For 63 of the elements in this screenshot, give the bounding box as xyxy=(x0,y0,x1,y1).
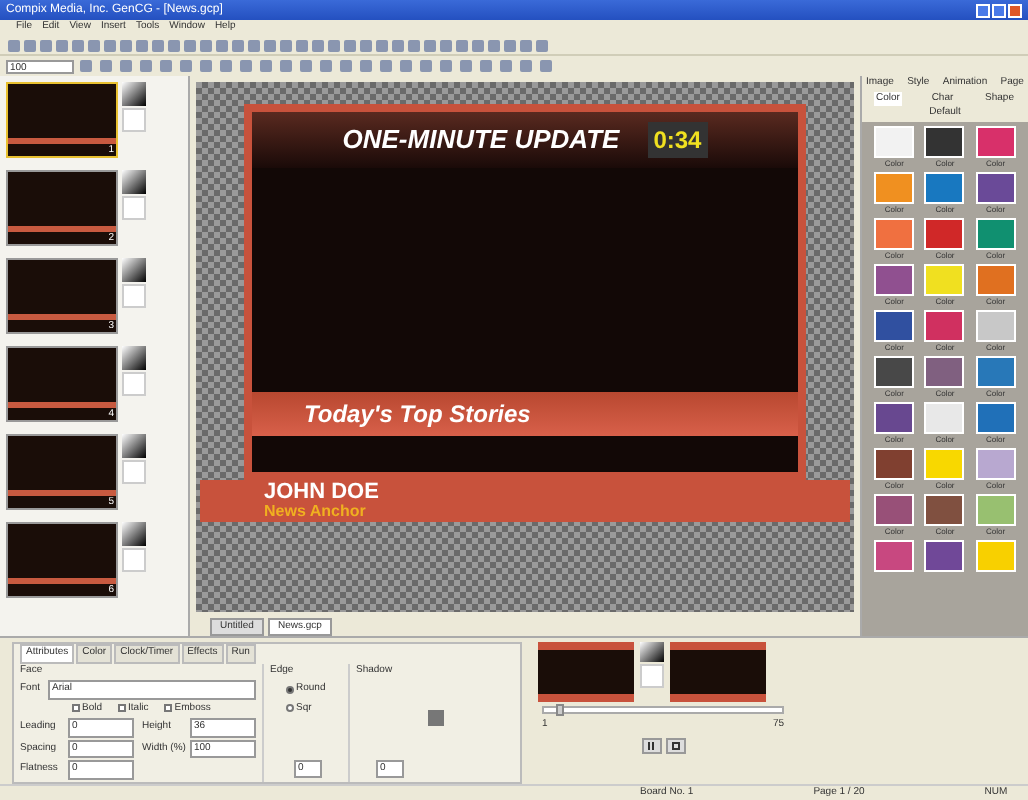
color-swatch[interactable] xyxy=(924,171,965,203)
color-swatch[interactable] xyxy=(874,401,915,433)
color-swatch[interactable] xyxy=(975,217,1016,249)
color-swatch[interactable] xyxy=(924,493,965,525)
color-swatch[interactable] xyxy=(975,309,1016,341)
playback-slider[interactable] xyxy=(542,706,784,714)
color-swatch[interactable] xyxy=(874,263,915,295)
color-swatch[interactable] xyxy=(924,401,965,433)
color-swatch[interactable] xyxy=(874,447,915,479)
gradient-swatch-icon xyxy=(122,522,146,546)
empty-slot-icon xyxy=(640,664,664,688)
color-swatch[interactable] xyxy=(874,217,915,249)
close-button[interactable] xyxy=(1008,3,1022,17)
color-swatch[interactable] xyxy=(975,355,1016,387)
color-swatch[interactable] xyxy=(924,539,965,571)
empty-slot-icon xyxy=(122,460,146,484)
empty-slot-icon xyxy=(122,196,146,220)
gradient-swatch-icon xyxy=(122,434,146,458)
color-swatch[interactable] xyxy=(874,539,915,571)
color-swatch[interactable] xyxy=(924,263,965,295)
role-text: News Anchor xyxy=(264,503,368,520)
color-swatch[interactable] xyxy=(975,171,1016,203)
timer-text: 0:34 xyxy=(647,122,708,158)
minimize-button[interactable] xyxy=(976,3,990,17)
gradient-swatch-icon xyxy=(122,170,146,194)
headline-text: ONE-MINUTE UPDATE xyxy=(342,122,620,159)
checkbox[interactable] xyxy=(118,704,127,713)
maximize-button[interactable] xyxy=(992,3,1006,17)
color-swatch[interactable] xyxy=(924,355,965,387)
color-swatch[interactable] xyxy=(975,493,1016,525)
radio-button[interactable] xyxy=(286,685,294,694)
color-swatch[interactable] xyxy=(924,309,965,341)
name-text: JOHN DOE xyxy=(264,481,381,504)
gradient-swatch-icon xyxy=(122,346,146,370)
empty-slot-icon xyxy=(122,372,146,396)
gradient-swatch-icon xyxy=(122,82,146,106)
color-swatch[interactable] xyxy=(924,217,965,249)
color-swatch[interactable] xyxy=(975,125,1016,157)
stop-button[interactable] xyxy=(665,737,685,753)
banner-text: Today's Top Stories xyxy=(304,399,531,428)
color-swatch[interactable] xyxy=(874,125,915,157)
color-swatch[interactable] xyxy=(874,309,915,341)
color-swatch[interactable] xyxy=(975,263,1016,295)
radio-button[interactable] xyxy=(286,704,294,713)
gradient-swatch-icon xyxy=(640,642,664,662)
color-swatch[interactable] xyxy=(874,355,915,387)
preview-frame xyxy=(538,642,634,702)
color-swatch[interactable] xyxy=(924,125,965,157)
preview-frame xyxy=(670,642,766,702)
checkbox[interactable] xyxy=(72,704,80,713)
checkbox[interactable] xyxy=(164,704,173,713)
color-swatch[interactable] xyxy=(975,401,1016,433)
color-swatch[interactable] xyxy=(975,447,1016,479)
color-swatch[interactable] xyxy=(874,171,915,203)
empty-slot-icon xyxy=(122,548,146,572)
gradient-swatch-icon xyxy=(122,258,146,282)
color-swatch[interactable] xyxy=(874,493,915,525)
empty-slot-icon xyxy=(122,284,146,308)
slider-thumb[interactable] xyxy=(555,704,564,716)
color-swatch[interactable] xyxy=(975,539,1016,571)
color-swatch[interactable] xyxy=(924,447,965,479)
empty-slot-icon xyxy=(122,108,146,132)
pause-button[interactable] xyxy=(641,737,661,753)
